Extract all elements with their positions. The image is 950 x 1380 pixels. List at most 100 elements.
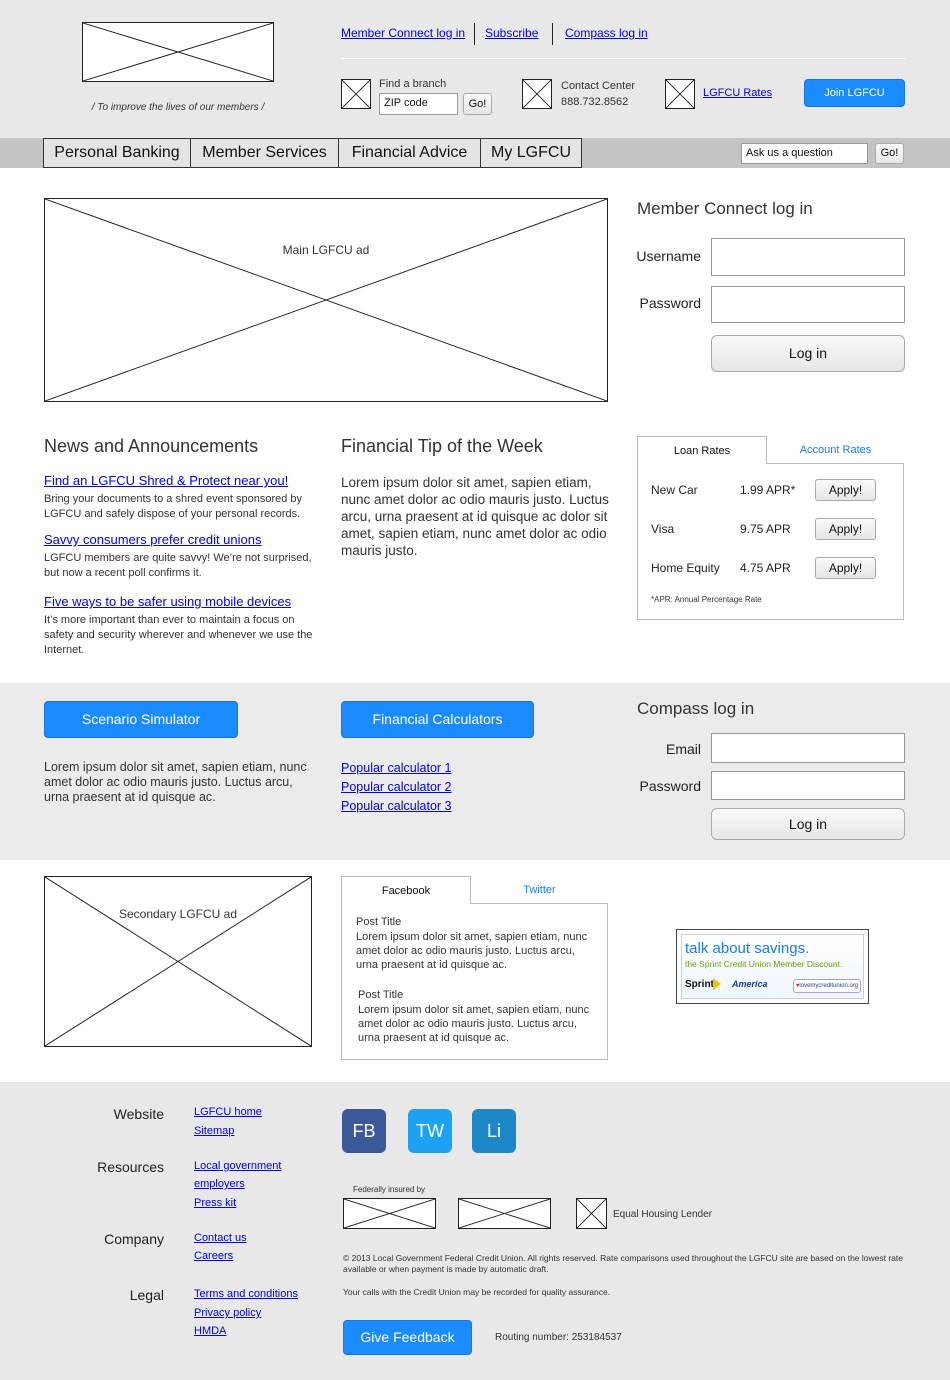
member-login-title: Member Connect log in bbox=[637, 199, 813, 218]
rate-value-home-equity: 4.75 APR bbox=[740, 561, 791, 575]
equal-housing-label: Equal Housing Lender bbox=[613, 1209, 712, 1220]
footer-link-terms[interactable]: Terms and conditions bbox=[194, 1288, 298, 1300]
recording-note: Your calls with the Credit Union may be … bbox=[343, 1287, 611, 1297]
username-input[interactable] bbox=[711, 238, 905, 276]
join-button[interactable]: Join LGFCU bbox=[804, 79, 905, 107]
apply-visa-button[interactable]: Apply! bbox=[815, 518, 876, 540]
site-footer: Website LGFCU home Sitemap Resources Loc… bbox=[0, 1082, 950, 1380]
apr-footnote: *APR: Annual Percentage Rate bbox=[651, 595, 762, 604]
branch-icon bbox=[341, 79, 371, 109]
give-feedback-button[interactable]: Give Feedback bbox=[343, 1320, 472, 1355]
post-title-2: Post Title bbox=[358, 989, 404, 1001]
footer-label-legal: Legal bbox=[129, 1287, 164, 1303]
ncua-logo-placeholder bbox=[343, 1198, 436, 1229]
secondary-ad-placeholder[interactable]: Secondary LGFCU ad bbox=[44, 876, 312, 1047]
footer-label-company: Company bbox=[104, 1231, 164, 1247]
post-title-1: Post Title bbox=[356, 916, 402, 928]
equal-housing-icon bbox=[576, 1198, 607, 1229]
logo-placeholder[interactable] bbox=[82, 22, 274, 82]
federally-insured-label: Federally insured by bbox=[353, 1185, 426, 1194]
password-label: Password bbox=[639, 295, 701, 311]
scenario-simulator-button[interactable]: Scenario Simulator bbox=[44, 701, 238, 738]
rate-value-new-car: 1.99 APR* bbox=[740, 483, 796, 497]
branch-go-button[interactable]: Go! bbox=[463, 93, 492, 115]
sprint-logo: Sprint bbox=[685, 979, 714, 990]
news-headline-1[interactable]: Find an LGFCU Shred & Protect near you! bbox=[44, 473, 288, 488]
nav-financial-advice[interactable]: Financial Advice bbox=[338, 138, 481, 168]
tab-account-rates[interactable]: Account Rates bbox=[767, 436, 904, 464]
linkedin-icon[interactable]: Li bbox=[472, 1109, 516, 1153]
zip-code-input[interactable]: ZIP code bbox=[379, 93, 458, 115]
footer-label-resources: Resources bbox=[97, 1159, 164, 1175]
post-body-1: Lorem ipsum dolor sit amet, sapien etiam… bbox=[356, 931, 588, 971]
tip-body: Lorem ipsum dolor sit amet, sapien etiam… bbox=[341, 475, 609, 558]
member-login-button[interactable]: Log in bbox=[711, 335, 905, 372]
insurer-logo-placeholder bbox=[458, 1198, 551, 1229]
rate-value-visa: 9.75 APR bbox=[740, 522, 791, 536]
sprint-discount-ad[interactable]: talk about savings. the Sprint Credit Un… bbox=[676, 929, 869, 1004]
footer-link-employers[interactable]: employers bbox=[194, 1178, 245, 1190]
footer-link-contact-us[interactable]: Contact us bbox=[194, 1232, 247, 1244]
footer-link-local-government[interactable]: Local government bbox=[194, 1160, 281, 1172]
footer-link-hmda[interactable]: HMDA bbox=[194, 1325, 226, 1337]
sprint-ad-sub: the Sprint Credit Union Member Discount. bbox=[685, 959, 843, 969]
twitter-icon[interactable]: TW bbox=[408, 1109, 452, 1153]
username-label: Username bbox=[636, 248, 701, 264]
compass-password-label: Password bbox=[639, 778, 701, 794]
tools-band: Scenario Simulator Lorem ipsum dolor sit… bbox=[0, 683, 950, 860]
footer-link-lgfcu-home[interactable]: LGFCU home bbox=[194, 1106, 262, 1118]
tip-title: Financial Tip of the Week bbox=[341, 436, 543, 456]
email-label: Email bbox=[665, 741, 701, 757]
apply-home-equity-button[interactable]: Apply! bbox=[815, 557, 876, 579]
main-ad-placeholder[interactable]: Main LGFCU ad bbox=[44, 198, 608, 402]
footer-link-sitemap[interactable]: Sitemap bbox=[194, 1125, 234, 1137]
tab-facebook[interactable]: Facebook bbox=[341, 876, 471, 904]
main-ad-label: Main LGFCU ad bbox=[282, 243, 370, 257]
financial-calculators-button[interactable]: Financial Calculators bbox=[341, 701, 534, 738]
compass-email-input[interactable] bbox=[711, 733, 905, 763]
footer-label-website: Website bbox=[113, 1106, 164, 1122]
simulator-body: Lorem ipsum dolor sit amet, sapien etiam… bbox=[44, 760, 307, 804]
tab-twitter[interactable]: Twitter bbox=[471, 876, 608, 904]
link-divider bbox=[552, 23, 553, 45]
header-divider-line bbox=[341, 58, 905, 59]
calculator-link-3[interactable]: Popular calculator 3 bbox=[341, 799, 451, 813]
member-connect-login-link[interactable]: Member Connect log in bbox=[341, 26, 465, 40]
ask-go-button[interactable]: Go! bbox=[875, 143, 904, 164]
nav-personal-banking[interactable]: Personal Banking bbox=[43, 138, 191, 168]
compass-login-button[interactable]: Log in bbox=[711, 808, 905, 840]
nav-member-services[interactable]: Member Services bbox=[190, 138, 339, 168]
secondary-ad-label: Secondary LGFCU ad bbox=[118, 907, 238, 921]
find-branch-label: Find a branch bbox=[379, 78, 447, 90]
sprint-ad-headline: talk about savings. bbox=[685, 940, 810, 957]
compass-login-link[interactable]: Compass log in bbox=[565, 26, 648, 40]
footer-link-privacy[interactable]: Privacy policy bbox=[194, 1307, 261, 1319]
ask-question-input[interactable]: Ask us a question bbox=[741, 143, 868, 164]
news-headline-2[interactable]: Savvy consumers prefer credit unions bbox=[44, 532, 261, 547]
copyright-text: © 2013 Local Government Federal Credit U… bbox=[343, 1253, 903, 1274]
post-body-2: Lorem ipsum dolor sit amet, sapien etiam… bbox=[358, 1004, 590, 1044]
phone-icon bbox=[522, 79, 552, 109]
compass-password-input[interactable] bbox=[711, 771, 905, 800]
subscribe-link[interactable]: Subscribe bbox=[485, 26, 538, 40]
nav-my-lgfcu[interactable]: My LGFCU bbox=[480, 138, 582, 168]
news-headline-3[interactable]: Five ways to be safer using mobile devic… bbox=[44, 594, 291, 609]
lovemycreditunion-text: lovemycreditunion.org bbox=[799, 983, 859, 989]
news-body-2: LGFCU members are quite savvy! We’re not… bbox=[44, 552, 312, 579]
apply-new-car-button[interactable]: Apply! bbox=[815, 479, 876, 501]
news-body-3: It’s more important than ever to maintai… bbox=[44, 614, 313, 656]
rate-name-visa: Visa bbox=[651, 522, 675, 536]
main-navigation: Personal Banking Member Services Financi… bbox=[0, 138, 950, 168]
calculator-link-1[interactable]: Popular calculator 1 bbox=[341, 761, 451, 775]
lgfcu-rates-link[interactable]: LGFCU Rates bbox=[703, 87, 772, 99]
site-header: / To improve the lives of our members / … bbox=[0, 0, 950, 138]
footer-link-press-kit[interactable]: Press kit bbox=[194, 1197, 236, 1209]
rates-icon bbox=[665, 79, 695, 109]
calculator-link-2[interactable]: Popular calculator 2 bbox=[341, 780, 451, 794]
rate-name-home-equity: Home Equity bbox=[651, 561, 720, 575]
facebook-icon[interactable]: FB bbox=[342, 1109, 386, 1153]
password-input[interactable] bbox=[711, 286, 905, 323]
tab-loan-rates[interactable]: Loan Rates bbox=[637, 436, 767, 464]
compass-login-title: Compass log in bbox=[637, 699, 755, 718]
footer-link-careers[interactable]: Careers bbox=[194, 1250, 233, 1262]
